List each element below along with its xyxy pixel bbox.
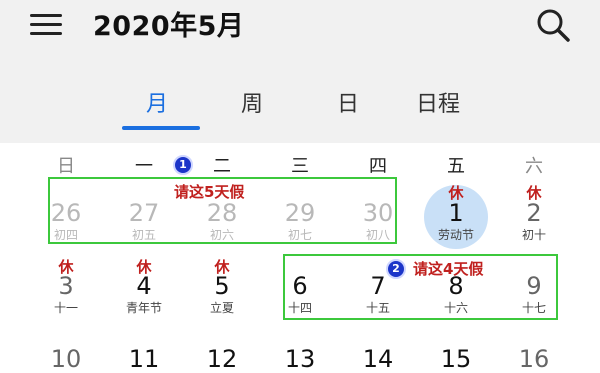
lunar-date: 十一 [53, 301, 78, 315]
app-header: 2020年5月 月 周 日 日程 [0, 0, 600, 143]
day-cell[interactable]: 13 [265, 345, 335, 373]
day-number: 10 [50, 345, 82, 373]
day-number: 14 [362, 345, 394, 373]
view-tabs: 月 周 日 日程 [0, 86, 600, 126]
hamburger-menu-icon[interactable] [30, 10, 64, 38]
day-number: 3 [58, 272, 74, 300]
day-number: 11 [128, 345, 160, 373]
weekday-tue: 二 [213, 156, 231, 177]
day-cell[interactable]: 12 [187, 345, 257, 373]
tab-week[interactable]: 周 [241, 86, 263, 118]
day-number: 12 [206, 345, 238, 373]
search-icon[interactable] [534, 6, 574, 46]
day-cell[interactable]: 11 [109, 345, 179, 373]
day-cell[interactable]: 16 [499, 345, 569, 373]
day-cell[interactable]: 15 [421, 345, 491, 373]
weekday-sun: 日 [57, 156, 75, 177]
annotation-badge-2: 2 [386, 259, 406, 279]
day-number: 13 [284, 345, 316, 373]
day-number: 16 [518, 345, 550, 373]
lunar-date: 青年节 [125, 301, 162, 315]
page-title: 2020年5月 [93, 11, 245, 42]
active-tab-indicator [122, 126, 200, 130]
day-cell[interactable]: 4 青年节 [109, 272, 179, 315]
day-number: 5 [214, 272, 230, 300]
day-cell[interactable]: 2 初十 [499, 199, 569, 242]
day-cell[interactable]: 5 立夏 [187, 272, 257, 315]
annotation-badge-1: 1 [173, 155, 193, 175]
tab-agenda[interactable]: 日程 [416, 86, 460, 118]
weekday-wed: 三 [291, 156, 309, 177]
lunar-date: 初十 [521, 228, 546, 242]
day-number: 15 [440, 345, 472, 373]
lunar-date: 劳动节 [437, 228, 474, 242]
day-number: 1 [448, 199, 464, 227]
weekday-thu: 四 [369, 156, 387, 177]
weekday-sat: 六 [525, 156, 543, 177]
day-number: 2 [526, 199, 542, 227]
day-number: 4 [136, 272, 152, 300]
tab-month[interactable]: 月 [146, 86, 168, 118]
tab-day[interactable]: 日 [337, 86, 359, 118]
annotation-note-1: 请这5天假 [174, 183, 245, 201]
day-cell[interactable]: 14 [343, 345, 413, 373]
day-cell[interactable]: 3 十一 [31, 272, 101, 315]
weekday-fri: 五 [447, 156, 465, 177]
day-cell-today[interactable]: 1 劳动节 [421, 199, 491, 242]
annotation-note-2: 请这4天假 [413, 260, 484, 278]
lunar-date: 立夏 [209, 301, 234, 315]
day-cell[interactable]: 10 [31, 345, 101, 373]
weekday-mon: 一 [135, 156, 153, 177]
